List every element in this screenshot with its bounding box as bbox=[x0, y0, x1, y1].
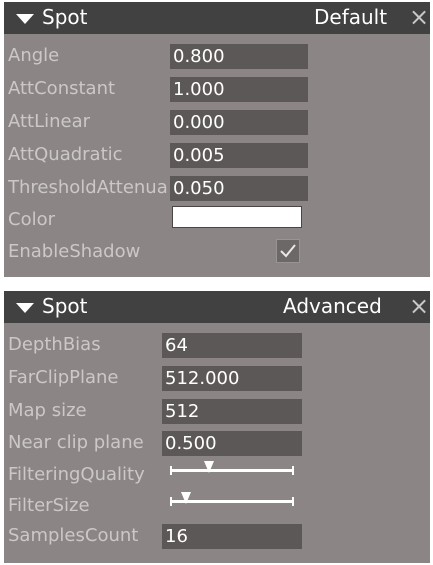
map-size-field[interactable]: 512 bbox=[162, 399, 302, 424]
row-label-filtersize: FilterSize bbox=[8, 495, 90, 516]
panel-header[interactable]: Spot Advanced × bbox=[4, 291, 430, 323]
attconstant-field[interactable]: 1.000 bbox=[170, 77, 308, 102]
samplescount-field[interactable]: 16 bbox=[162, 524, 302, 549]
row-label-attconstant: AttConstant bbox=[8, 78, 116, 99]
depthbias-field[interactable]: 64 bbox=[162, 333, 302, 358]
close-icon[interactable]: × bbox=[409, 292, 429, 320]
row-label-angle: Angle bbox=[8, 45, 60, 66]
filtersize-slider[interactable] bbox=[170, 490, 296, 514]
row-label-attquadratic: AttQuadratic bbox=[8, 144, 123, 165]
row-label-depthbias: DepthBias bbox=[8, 334, 101, 355]
slider-tick bbox=[170, 466, 172, 475]
row-label-filteringquality: FilteringQuality bbox=[8, 464, 145, 485]
near-clip-plane-field[interactable]: 0.500 bbox=[162, 431, 302, 456]
slider-thumb[interactable] bbox=[181, 492, 191, 504]
panel-mode[interactable]: Default bbox=[314, 5, 387, 29]
spot-panel-default: Spot Default × Angle 0.800 AttConstant 1… bbox=[4, 2, 430, 277]
enableshadow-checkbox[interactable] bbox=[276, 239, 300, 263]
attlinear-field[interactable]: 0.000 bbox=[170, 110, 308, 135]
thresholdattenuation-field[interactable]: 0.050 bbox=[170, 176, 308, 201]
attquadratic-field[interactable]: 0.005 bbox=[170, 143, 308, 168]
slider-tick bbox=[292, 466, 294, 475]
slider-tick bbox=[292, 497, 294, 506]
panel-header[interactable]: Spot Default × bbox=[4, 2, 430, 34]
color-swatch[interactable] bbox=[172, 206, 302, 228]
slider-tick bbox=[170, 497, 172, 506]
triangle-down-icon[interactable] bbox=[16, 303, 34, 313]
farclipplane-field[interactable]: 512.000 bbox=[162, 366, 302, 391]
close-icon[interactable]: × bbox=[409, 3, 429, 31]
row-label-farclipplane: FarClipPlane bbox=[8, 367, 119, 388]
filteringquality-slider[interactable] bbox=[170, 459, 296, 483]
triangle-down-icon[interactable] bbox=[16, 14, 34, 24]
panel-title: Spot bbox=[42, 294, 88, 318]
panel-title: Spot bbox=[42, 5, 88, 29]
row-label-color: Color bbox=[8, 209, 55, 230]
row-label-samplescount: SamplesCount bbox=[8, 525, 139, 546]
slider-thumb[interactable] bbox=[204, 461, 214, 473]
row-label-attlinear: AttLinear bbox=[8, 111, 91, 132]
angle-field[interactable]: 0.800 bbox=[170, 44, 308, 69]
row-label-thresholdattenuation: ThresholdAttenuation bbox=[8, 177, 168, 198]
row-label-map-size: Map size bbox=[8, 400, 87, 421]
row-label-near-clip-plane: Near clip plane bbox=[8, 432, 144, 453]
panel-mode[interactable]: Advanced bbox=[283, 294, 382, 318]
row-label-enableshadow: EnableShadow bbox=[8, 241, 141, 262]
spot-panel-advanced: Spot Advanced × DepthBias 64 FarClipPlan… bbox=[4, 291, 430, 563]
check-icon bbox=[280, 244, 296, 258]
slider-track bbox=[170, 469, 294, 472]
